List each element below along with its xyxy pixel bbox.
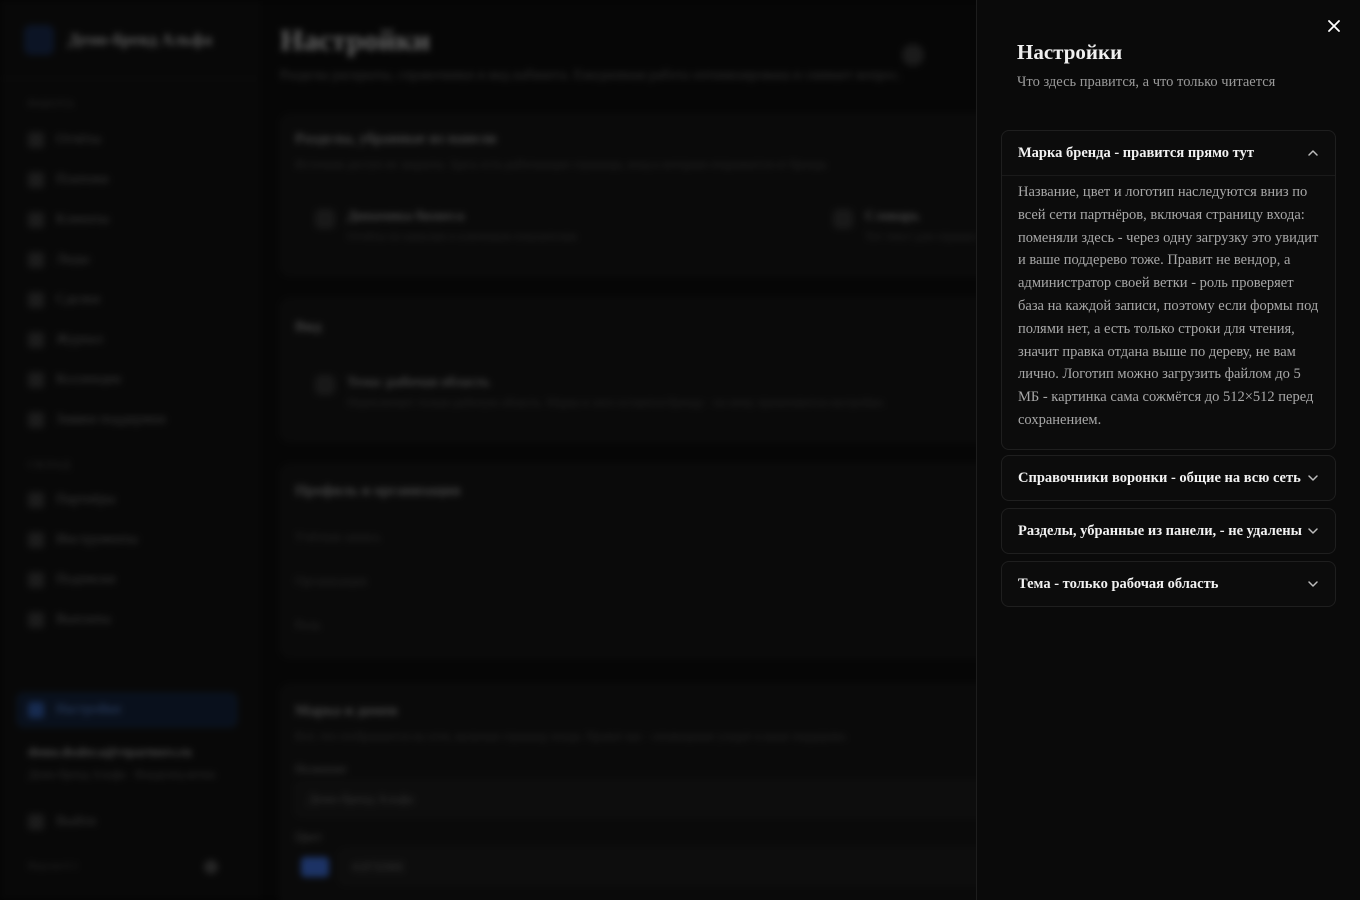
accordion-theme: Тема - только рабочая область <box>1001 561 1336 607</box>
chevron-up-icon <box>1308 150 1318 156</box>
accordion-body: Название, цвет и логотип наследуются вни… <box>1002 175 1335 449</box>
close-icon <box>1328 20 1340 32</box>
accordion-header[interactable]: Тема - только рабочая область <box>1002 562 1335 606</box>
accordion-header[interactable]: Справочники воронки - общие на всю сеть <box>1002 456 1335 500</box>
accordion-title: Марка бренда - правится прямо тут <box>1018 144 1254 161</box>
accordion-hidden-sections: Разделы, убранные из панели, - не удален… <box>1001 508 1336 554</box>
accordion-header[interactable]: Марка бренда - правится прямо тут <box>1002 131 1335 175</box>
drawer-title: Настройки <box>1017 40 1123 64</box>
chevron-down-icon <box>1308 475 1318 481</box>
modal-overlay[interactable] <box>0 0 976 900</box>
accordion-funnel-dictionaries: Справочники воронки - общие на всю сеть <box>1001 455 1336 501</box>
close-button[interactable] <box>1324 16 1344 36</box>
accordion-title: Разделы, убранные из панели, - не удален… <box>1018 522 1302 539</box>
accordion-title: Тема - только рабочая область <box>1018 575 1219 592</box>
accordion-brand: Марка бренда - правится прямо тут Назван… <box>1001 130 1336 450</box>
chevron-down-icon <box>1308 528 1318 534</box>
accordion-title: Справочники воронки - общие на всю сеть <box>1018 469 1301 486</box>
accordion-header[interactable]: Разделы, убранные из панели, - не удален… <box>1002 509 1335 553</box>
chevron-down-icon <box>1308 581 1318 587</box>
drawer-subtitle: Что здесь правится, а что только читаетс… <box>1017 74 1276 90</box>
